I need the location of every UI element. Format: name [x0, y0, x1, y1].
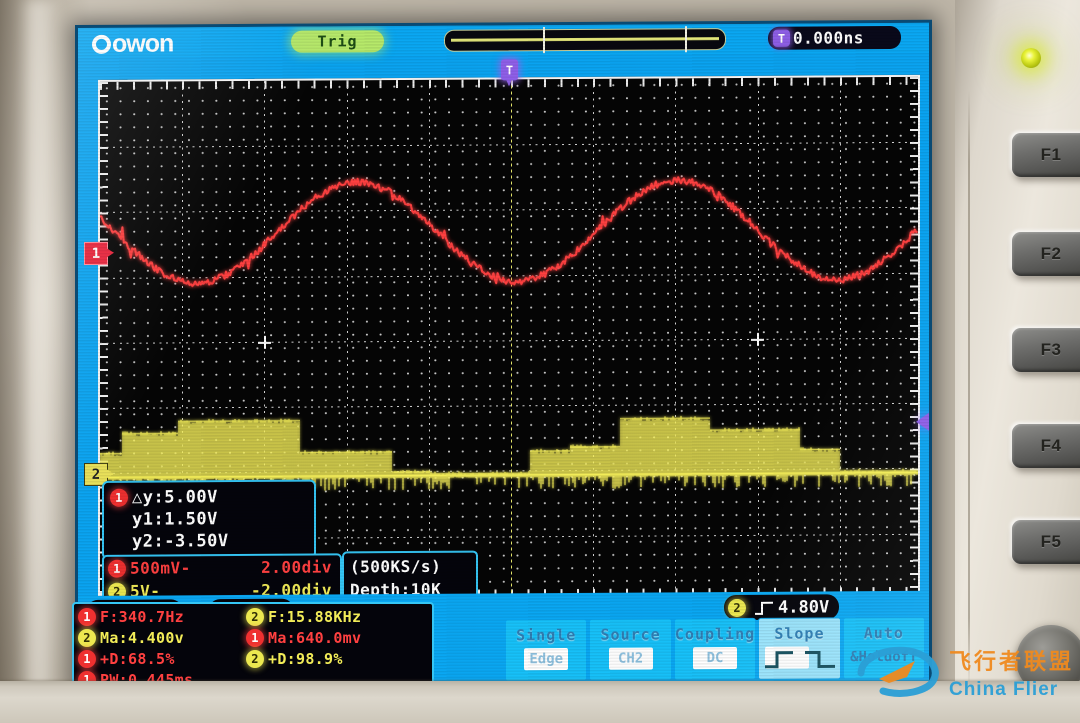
trigger-level-marker[interactable]	[916, 412, 929, 431]
chassis-highlight	[18, 0, 62, 723]
owon-o-icon	[92, 34, 111, 54]
ch1-position-div: 2.00div	[261, 557, 332, 577]
measurement-ch-badge: 2	[246, 607, 264, 626]
menu-button-coupling[interactable]: Coupling DC	[673, 617, 757, 681]
rising-edge-icon	[755, 601, 773, 615]
owon-logo: owon	[92, 29, 173, 58]
ch1-marker-label: 1	[91, 245, 101, 262]
sample-rate: (500KS/s)	[350, 556, 442, 577]
memory-window-left-mark	[543, 27, 545, 54]
function-key-f2[interactable]: F2	[1004, 227, 1080, 281]
menu-value-single: Edge	[524, 648, 569, 671]
trigger-level-value: 4.80V	[778, 596, 830, 618]
measurement-ch-badge: 2	[246, 649, 264, 668]
watermark: 飞行者联盟 China Flier	[855, 643, 1074, 701]
measurement-row-2: 2 Ma:4.400v 1 Ma:640.0mv	[78, 627, 426, 648]
measurement-row-1: 1 F:340.7Hz 2 F:15.88KHz	[78, 606, 426, 627]
flier-ring-icon	[857, 646, 939, 697]
measurement-text: F:15.88KHz	[268, 607, 362, 626]
oscilloscope-screen: owon Trig T 0.000ns T 1 2 1 △y:5.00V y1:…	[78, 22, 929, 689]
menu-button-slope[interactable]: Slope	[758, 617, 841, 680]
cursor-ch-badge: 1	[110, 488, 128, 507]
measurement-ch-badge: 1	[78, 649, 96, 668]
measurement-cell: 1 +D:68.5%	[78, 649, 246, 668]
function-key-f5[interactable]: F5	[1004, 515, 1080, 569]
measurement-cell: 1 Ma:640.0mv	[246, 628, 414, 647]
menu-button-source[interactable]: Source CH2	[589, 618, 672, 681]
function-key-f1[interactable]: F1	[1004, 128, 1080, 182]
menu-label-auto: Auto	[863, 623, 904, 643]
cursor-delta-y: △y:5.00V	[132, 487, 218, 508]
cursor-delta-row: 1 △y:5.00V	[110, 486, 306, 509]
menu-value-coupling: DC	[693, 646, 738, 670]
menu-label-slope: Slope	[774, 624, 825, 643]
slope-selector-icons	[765, 650, 836, 669]
menu-label-single: Single	[516, 625, 577, 645]
ch2-marker-label: 2	[91, 466, 101, 483]
menu-label-source: Source	[600, 625, 661, 644]
watermark-cn: 飞行者联盟	[948, 649, 1074, 675]
ch1-volts-per-div: 500mV-	[130, 558, 191, 578]
menu-value-source: CH2	[608, 647, 653, 670]
trigger-time-value: 0.000ns	[793, 28, 864, 48]
measurement-text: F:340.7Hz	[100, 607, 184, 626]
trigger-position-marker[interactable]: T	[501, 59, 518, 81]
owon-wordmark: owon	[112, 29, 174, 58]
memory-bar	[451, 37, 719, 42]
trigger-source-badge: 2	[728, 598, 746, 617]
measurement-text: +D:98.9%	[268, 649, 343, 668]
watermark-en: China Flier	[948, 678, 1059, 700]
watermark-logo-icon	[855, 643, 943, 701]
measurement-text: Ma:4.400v	[100, 628, 184, 647]
trigger-t-badge-icon: T	[773, 29, 790, 47]
measurement-ch-badge: 1	[246, 628, 264, 647]
ch1-scale-badge: 1	[108, 559, 126, 578]
power-led	[1021, 48, 1041, 68]
trigger-level-readout: 2 4.80V	[724, 594, 840, 621]
trigger-time-readout: T 0.000ns	[768, 25, 901, 50]
panel-seam	[968, 90, 970, 690]
measurement-cell: 2 F:15.88KHz	[246, 607, 414, 626]
measurement-text: +D:68.5%	[100, 649, 175, 668]
trigger-status-badge: Trig	[291, 30, 384, 53]
measurement-row-3: 1 +D:68.5% 2 +D:98.9%	[78, 648, 426, 669]
function-key-f4[interactable]: F4	[1004, 419, 1080, 473]
menu-button-single[interactable]: Single Edge	[505, 618, 588, 682]
measurement-text: Ma:640.0mv	[268, 628, 362, 647]
measurement-cell: 1 F:340.7Hz	[78, 607, 246, 626]
ch1-waveform-trace	[100, 176, 918, 288]
ch1-scale-row: 1 500mV- 2.00div	[104, 555, 340, 579]
cursor-y2-row: y2:-3.50V	[132, 531, 229, 552]
slope-icons	[759, 644, 839, 670]
menu-label-coupling: Coupling	[674, 624, 756, 644]
memory-window-right-mark	[685, 26, 687, 53]
function-key-f3[interactable]: F3	[1004, 323, 1080, 377]
measurement-ch-badge: 2	[78, 628, 96, 647]
cursor-y1-row: y1:1.50V	[132, 509, 218, 530]
watermark-text: 飞行者联盟 China Flier	[949, 644, 1074, 701]
memory-window-indicator	[444, 26, 726, 54]
measurement-cell: 2 Ma:4.400v	[78, 628, 246, 647]
oscilloscope-photo: F1 F2 F3 F4 F5 owon Trig T 0.000ns T 1 2…	[0, 0, 1080, 723]
ch1-position-marker[interactable]: 1	[84, 241, 108, 265]
measurement-ch-badge: 1	[78, 607, 96, 626]
measurement-cell: 2 +D:98.9%	[246, 649, 414, 668]
cursor-readout-box: 1 △y:5.00V y1:1.50V y2:-3.50V	[102, 479, 316, 560]
